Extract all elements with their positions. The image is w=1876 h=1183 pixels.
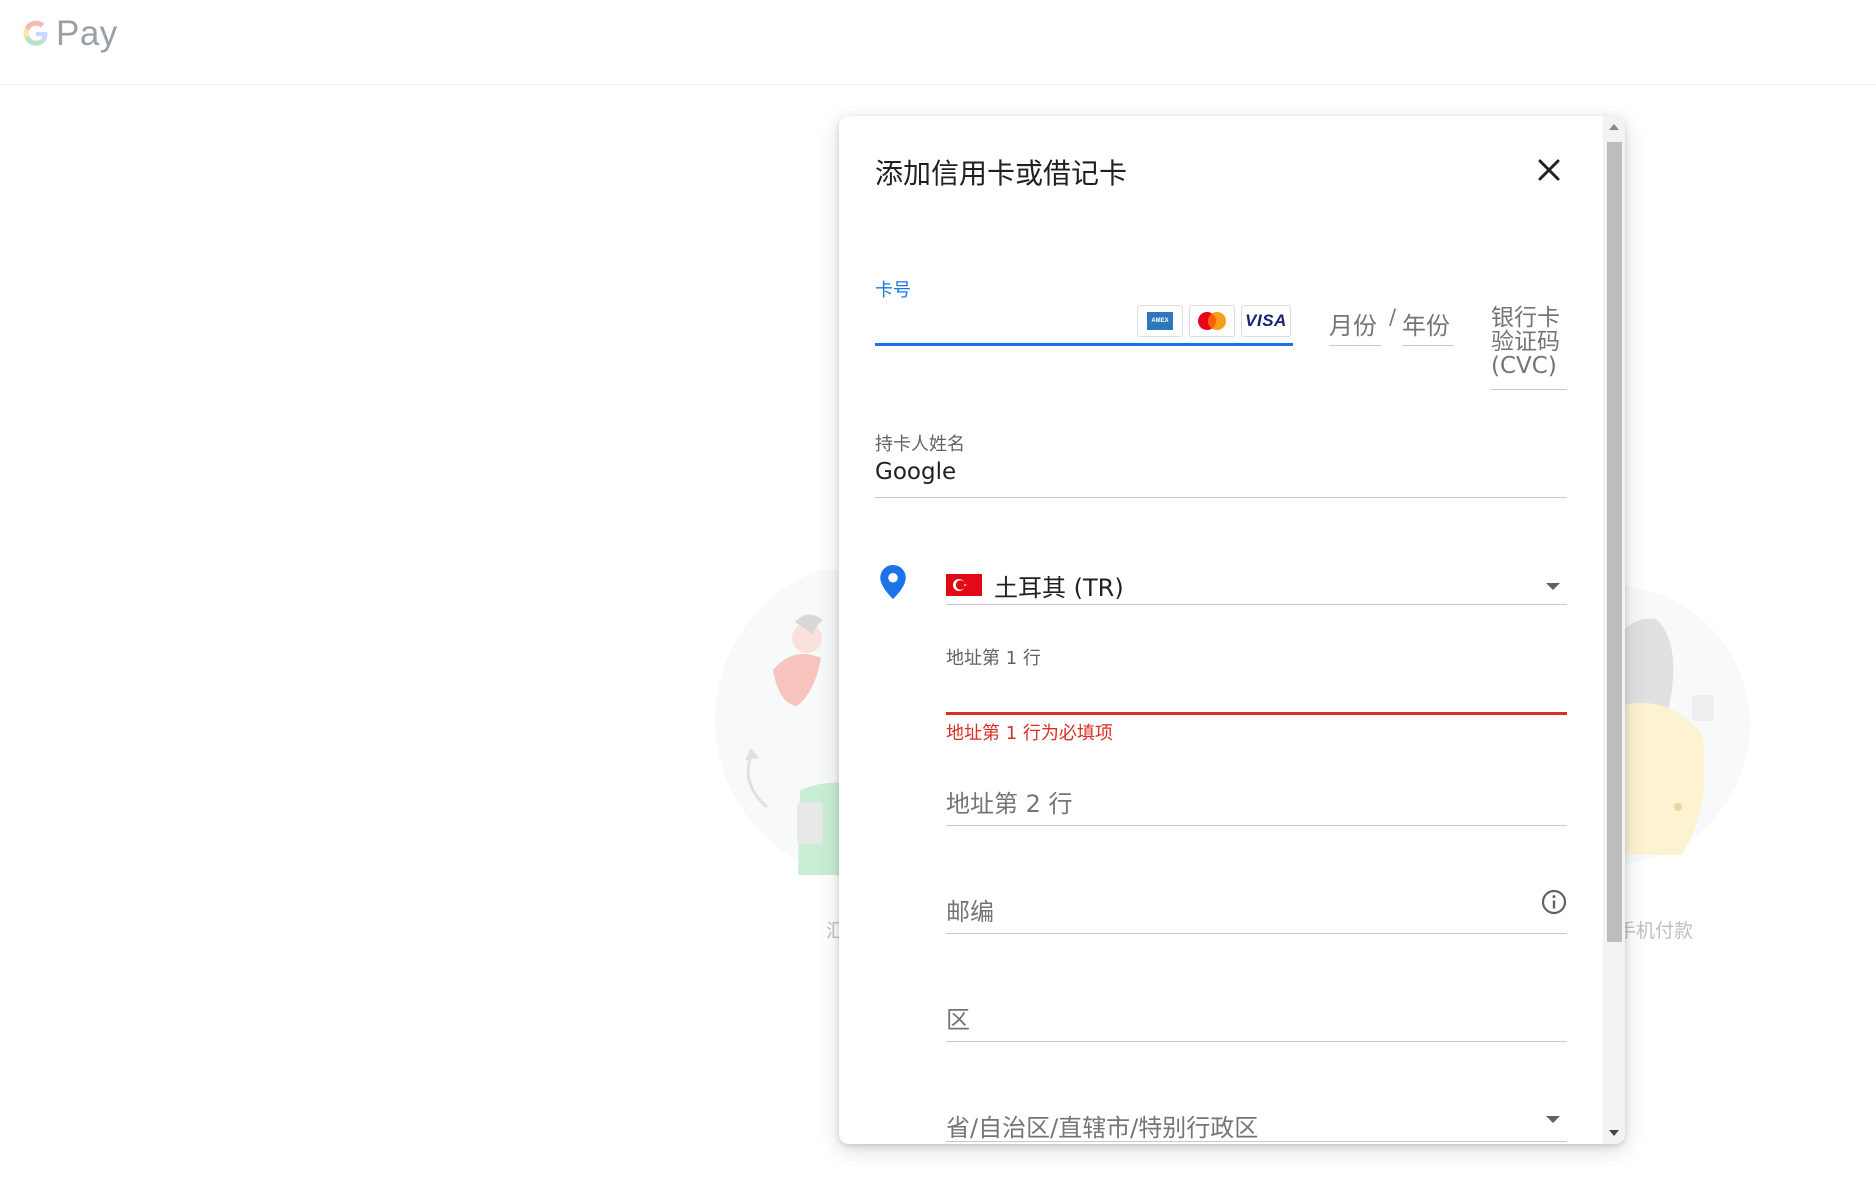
amex-icon: AMEX: [1137, 305, 1183, 337]
postal-code-underline: [946, 933, 1567, 934]
country-value: 土耳其 (TR): [994, 574, 1124, 602]
cvc-input[interactable]: 银行卡验证码(CVC): [1491, 306, 1571, 378]
expiry-month-underline: [1329, 345, 1381, 346]
card-network-logos: AMEX VISA: [1137, 305, 1291, 337]
card-number-label: 卡号: [875, 280, 911, 301]
country-select[interactable]: 土耳其 (TR): [946, 561, 1567, 609]
district-underline: [946, 1041, 1567, 1042]
right-illustration: [1470, 565, 1750, 895]
address-line2-input[interactable]: 地址第 2 行: [946, 784, 1073, 819]
expiry-separator: /: [1389, 305, 1397, 329]
province-placeholder: 省/自治区/直辖市/特别行政区: [946, 1114, 1259, 1142]
dialog-scrollbar[interactable]: [1603, 116, 1625, 1144]
address-line1-error: 地址第 1 行为必填项: [946, 723, 1113, 744]
expiry-year-underline: [1402, 345, 1454, 346]
province-underline: [946, 1141, 1567, 1142]
right-illustration-caption: 手机付款: [1617, 920, 1694, 942]
cardholder-label: 持卡人姓名: [875, 434, 965, 455]
gpay-logo[interactable]: Pay: [22, 14, 118, 54]
close-icon: [1538, 159, 1560, 181]
address-line2-underline: [946, 825, 1567, 826]
postal-code-input[interactable]: 邮编: [946, 892, 994, 927]
scrollbar-thumb[interactable]: [1607, 142, 1622, 942]
location-pin-icon: [880, 565, 906, 599]
chevron-down-icon: [1546, 1116, 1560, 1123]
expiry-month-input[interactable]: 月份: [1329, 306, 1377, 341]
cvc-underline: [1491, 389, 1567, 390]
chevron-down-icon: [1546, 583, 1560, 590]
dialog-title: 添加信用卡或借记卡: [875, 157, 1128, 190]
expiry-year-input[interactable]: 年份: [1402, 306, 1450, 341]
country-underline: [946, 604, 1567, 605]
visa-icon: VISA: [1241, 305, 1291, 337]
scroll-up-arrow-icon[interactable]: [1603, 116, 1625, 138]
cardholder-input[interactable]: Google: [875, 459, 956, 485]
info-icon[interactable]: [1540, 888, 1568, 916]
mastercard-icon: [1189, 305, 1235, 337]
logo-text: Pay: [56, 14, 118, 53]
district-input[interactable]: 区: [946, 1000, 970, 1035]
card-number-underline: [875, 343, 1293, 346]
top-bar: Pay: [0, 0, 1876, 85]
address-line1-label: 地址第 1 行: [946, 648, 1041, 669]
close-button[interactable]: [1531, 152, 1567, 188]
address-line1-underline: [946, 712, 1567, 715]
google-g-icon: [23, 20, 48, 46]
add-card-dialog: 添加信用卡或借记卡 卡号 AMEX VISA 月份 / 年份 银行卡验证码(CV…: [839, 116, 1625, 1144]
turkey-flag-icon: [946, 574, 982, 596]
scroll-down-arrow-icon[interactable]: [1603, 1122, 1625, 1144]
cardholder-underline: [875, 497, 1567, 498]
